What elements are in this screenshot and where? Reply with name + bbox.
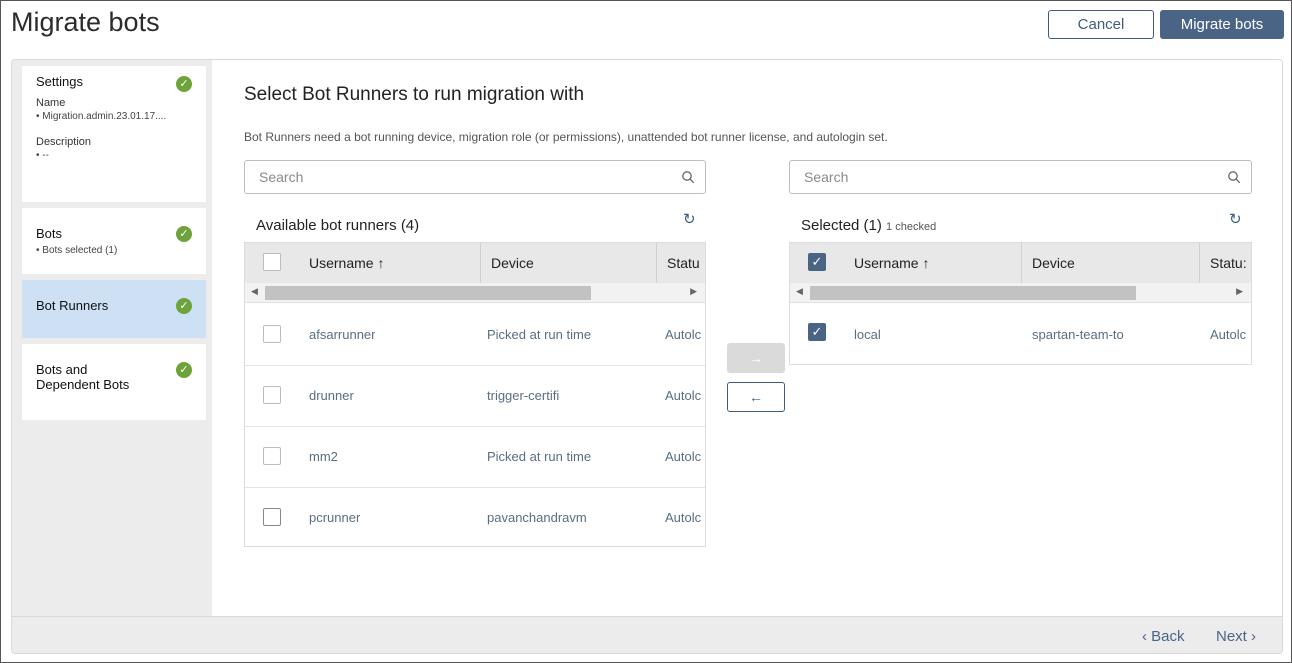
horizontal-scrollbar[interactable]: ◀ ▶ xyxy=(790,283,1251,303)
page-title: Migrate bots xyxy=(11,7,160,37)
cell-status: Autolc xyxy=(665,388,702,403)
cancel-button[interactable]: Cancel xyxy=(1048,10,1154,39)
cell-status: Autolc xyxy=(665,327,702,342)
wizard-sidebar: Settings ✓ Name • Migration.admin.23.01.… xyxy=(12,60,212,616)
title-bar: Migrate bots Cancel Migrate bots xyxy=(1,1,1292,53)
row-checkbox[interactable] xyxy=(263,447,281,465)
checked-note: 1 checked xyxy=(886,221,937,233)
back-button[interactable]: ‹ Back xyxy=(1142,628,1185,645)
check-circle-icon: ✓ xyxy=(176,298,192,314)
step-bot-runners[interactable]: Bot Runners ✓ xyxy=(22,280,206,338)
section-description: Bot Runners need a bot running device, m… xyxy=(244,130,888,144)
step-title: Bots xyxy=(36,226,63,241)
scroll-right-icon[interactable]: ▶ xyxy=(690,286,697,297)
available-search[interactable] xyxy=(244,160,706,194)
column-status[interactable]: Statu xyxy=(657,243,705,283)
row-checkbox[interactable] xyxy=(263,386,281,404)
check-circle-icon: ✓ xyxy=(176,362,192,378)
selected-search[interactable] xyxy=(789,160,1252,194)
scroll-thumb[interactable] xyxy=(265,286,591,300)
step-title: Bot Runners xyxy=(36,298,109,313)
search-icon[interactable] xyxy=(1227,170,1241,184)
migrate-bots-button[interactable]: Migrate bots xyxy=(1160,10,1284,39)
table-header: Username ↑ Device Statu xyxy=(245,243,705,283)
column-username[interactable]: Username ↑ xyxy=(299,243,481,283)
cell-device: Picked at run time xyxy=(487,449,592,464)
refresh-icon[interactable]: ↻ xyxy=(1229,210,1242,228)
selected-list-label: Selected (1) 1 checked xyxy=(801,217,936,234)
table-header: ✓ Username ↑ Device Statu: xyxy=(790,243,1251,283)
check-circle-icon: ✓ xyxy=(176,226,192,242)
step-title: Settings xyxy=(36,74,83,89)
next-button[interactable]: Next › xyxy=(1216,628,1256,645)
scroll-right-icon[interactable]: ▶ xyxy=(1236,286,1243,297)
move-right-button[interactable]: → xyxy=(727,343,785,373)
table-row[interactable]: pcrunner pavanchandravm Autolc xyxy=(245,488,705,546)
cell-username: afsarrunner xyxy=(309,327,376,342)
field-value-description: • -- xyxy=(36,150,49,161)
row-checkbox[interactable]: ✓ xyxy=(808,323,826,341)
cell-username: mm2 xyxy=(309,449,338,464)
table-row[interactable]: mm2 Picked at run time Autolc xyxy=(245,427,705,488)
section-heading: Select Bot Runners to run migration with xyxy=(244,84,585,105)
column-device[interactable]: Device xyxy=(481,243,657,283)
selected-search-input[interactable] xyxy=(804,169,1173,185)
main-content: Select Bot Runners to run migration with… xyxy=(212,60,1282,616)
cell-status: Autolc xyxy=(665,510,702,525)
column-username[interactable]: Username ↑ xyxy=(844,243,1022,283)
cell-username: drunner xyxy=(309,388,354,403)
cell-username: pcrunner xyxy=(309,510,361,525)
row-checkbox[interactable] xyxy=(263,325,281,343)
selected-table: ✓ Username ↑ Device Statu: ◀ ▶ ✓ local s… xyxy=(789,242,1252,365)
check-circle-icon: ✓ xyxy=(176,76,192,92)
step-bots[interactable]: Bots ✓ • Bots selected (1) xyxy=(22,208,206,274)
available-table: Username ↑ Device Statu ◀ ▶ afsarrunner … xyxy=(244,242,706,547)
cell-device: Picked at run time xyxy=(487,327,592,342)
step-bots-and-dependent-bots[interactable]: Bots and Dependent Bots ✓ xyxy=(22,344,206,420)
wizard-panel: Settings ✓ Name • Migration.admin.23.01.… xyxy=(11,59,1283,654)
available-search-input[interactable] xyxy=(259,169,627,185)
cell-device: pavanchandravm xyxy=(487,510,587,525)
table-row[interactable]: drunner trigger-certifi Autolc xyxy=(245,366,705,427)
row-checkbox[interactable] xyxy=(263,508,281,526)
wizard-footer: ‹ Back Next › xyxy=(12,616,1282,653)
select-all-checkbox[interactable] xyxy=(263,253,281,271)
column-device[interactable]: Device xyxy=(1022,243,1200,283)
column-status[interactable]: Statu: xyxy=(1200,243,1251,283)
refresh-icon[interactable]: ↻ xyxy=(683,210,696,228)
scroll-thumb[interactable] xyxy=(810,286,1136,300)
search-icon[interactable] xyxy=(681,170,695,184)
select-all-checkbox[interactable]: ✓ xyxy=(808,253,826,271)
table-row[interactable]: afsarrunner Picked at run time Autolc xyxy=(245,305,705,366)
cell-device: trigger-certifi xyxy=(487,388,560,403)
cell-username: local xyxy=(854,327,881,342)
field-value-name: • Migration.admin.23.01.17.... xyxy=(36,111,167,122)
horizontal-scrollbar[interactable]: ◀ ▶ xyxy=(245,283,705,303)
step-settings[interactable]: Settings ✓ Name • Migration.admin.23.01.… xyxy=(22,66,206,202)
scroll-left-icon[interactable]: ◀ xyxy=(251,286,258,297)
cell-device: spartan-team-to xyxy=(1032,327,1124,342)
move-left-button[interactable]: ← xyxy=(727,382,785,412)
scroll-left-icon[interactable]: ◀ xyxy=(796,286,803,297)
cell-status: Autolc xyxy=(665,449,702,464)
step-title-line2: Dependent Bots xyxy=(36,377,130,392)
window-frame: Migrate bots Cancel Migrate bots Setting… xyxy=(0,0,1292,663)
available-list-label: Available bot runners (4) xyxy=(256,217,420,234)
step-detail: • Bots selected (1) xyxy=(36,245,118,256)
table-row[interactable]: ✓ local spartan-team-to Autolc xyxy=(790,305,1251,364)
field-label-description: Description xyxy=(36,136,92,148)
selected-count: Selected (1) xyxy=(801,217,882,234)
field-label-name: Name xyxy=(36,97,66,109)
cell-status: Autolc xyxy=(1210,327,1247,342)
step-title-line1: Bots and xyxy=(36,362,88,377)
